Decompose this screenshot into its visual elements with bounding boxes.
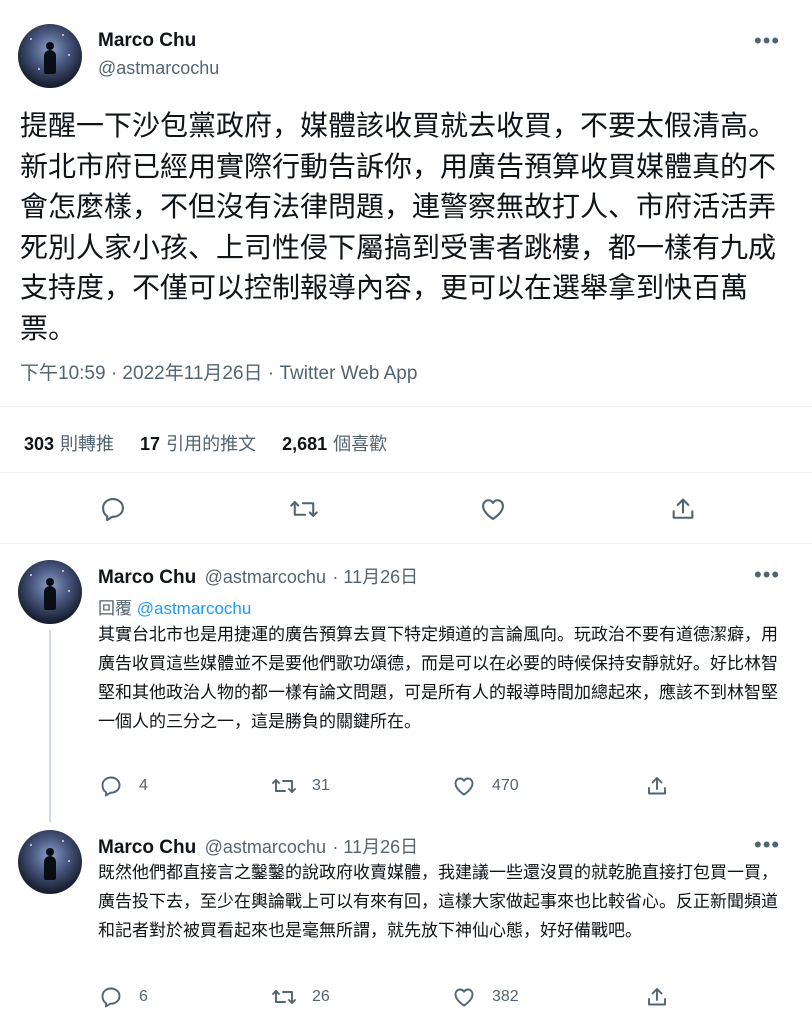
retweets-count: 303 (24, 434, 55, 454)
reply-icon[interactable] (99, 495, 127, 523)
likes-count: 2,681 (282, 434, 328, 454)
author-handle[interactable]: @astmarcochu (205, 837, 326, 857)
tweet-timestamp[interactable]: 下午10:59 · 2022年11月26日 · Twitter Web App (20, 358, 417, 385)
author-name[interactable]: Marco Chu (98, 837, 196, 858)
thread-connector (49, 630, 51, 822)
like-icon[interactable] (479, 495, 507, 523)
replying-prefix: 回覆 (98, 599, 132, 618)
retweet-count: 31 (312, 777, 330, 794)
like-icon[interactable] (452, 985, 476, 1009)
avatar[interactable] (18, 560, 82, 624)
retweet-icon[interactable] (289, 495, 319, 523)
divider (0, 543, 812, 544)
like-count: 470 (492, 777, 519, 794)
like-icon[interactable] (452, 774, 476, 798)
author-name[interactable]: Marco Chu (98, 30, 196, 52)
likes-label: 個喜歡 (333, 434, 388, 454)
quotes-stat[interactable]: 17 引用的推文 (140, 430, 256, 456)
retweets-stat[interactable]: 303 則轉推 (24, 430, 114, 456)
more-options-icon[interactable]: ••• (754, 30, 780, 52)
reply-icon[interactable] (99, 774, 123, 798)
retweets-label: 則轉推 (60, 434, 115, 454)
retweet-icon[interactable] (271, 774, 297, 798)
tweet-stats: 303 則轉推 17 引用的推文 2,681 個喜歡 (24, 430, 387, 456)
replying-handle-link[interactable]: @astmarcochu (137, 599, 252, 618)
divider (0, 406, 812, 407)
reply-header: Marco Chu @astmarcochu · 11月26日 (98, 833, 418, 859)
author-handle[interactable]: @astmarcochu (98, 58, 219, 79)
reply-count: 6 (139, 988, 148, 1005)
avatar[interactable] (18, 24, 82, 88)
author-name[interactable]: Marco Chu (98, 567, 196, 588)
avatar[interactable] (18, 830, 82, 894)
quotes-label: 引用的推文 (166, 434, 257, 454)
share-icon[interactable] (645, 985, 669, 1009)
share-icon[interactable] (669, 495, 697, 523)
tweet-text: 提醒一下沙包黨政府，媒體該收買就去收買，不要太假清高。新北市府已經用實際行動告訴… (20, 110, 777, 344)
divider (0, 472, 812, 473)
more-options-icon[interactable]: ••• (754, 564, 780, 586)
reply-date[interactable]: · 11月26日 (332, 837, 418, 857)
quotes-count: 17 (140, 434, 161, 454)
reply-text: 其實台北市也是用捷運的廣告預算去買下特定頻道的言論風向。玩政治不要有道德潔癖，用… (98, 625, 778, 731)
author-handle[interactable]: @astmarcochu (205, 567, 326, 587)
reply-count: 4 (139, 777, 148, 794)
like-count: 382 (492, 988, 519, 1005)
more-options-icon[interactable]: ••• (754, 834, 780, 856)
retweet-icon[interactable] (271, 985, 297, 1009)
reply-icon[interactable] (99, 985, 123, 1009)
reply-header: Marco Chu @astmarcochu · 11月26日 (98, 563, 418, 589)
share-icon[interactable] (645, 774, 669, 798)
reply-date[interactable]: · 11月26日 (332, 567, 418, 587)
replying-to: 回覆 @astmarcochu (98, 594, 251, 619)
likes-stat[interactable]: 2,681 個喜歡 (282, 430, 387, 456)
retweet-count: 26 (312, 988, 330, 1005)
reply-text: 既然他們都直接言之鑿鑿的說政府收賣媒體，我建議一些還沒買的就乾脆直接打包買一買，… (98, 863, 778, 940)
